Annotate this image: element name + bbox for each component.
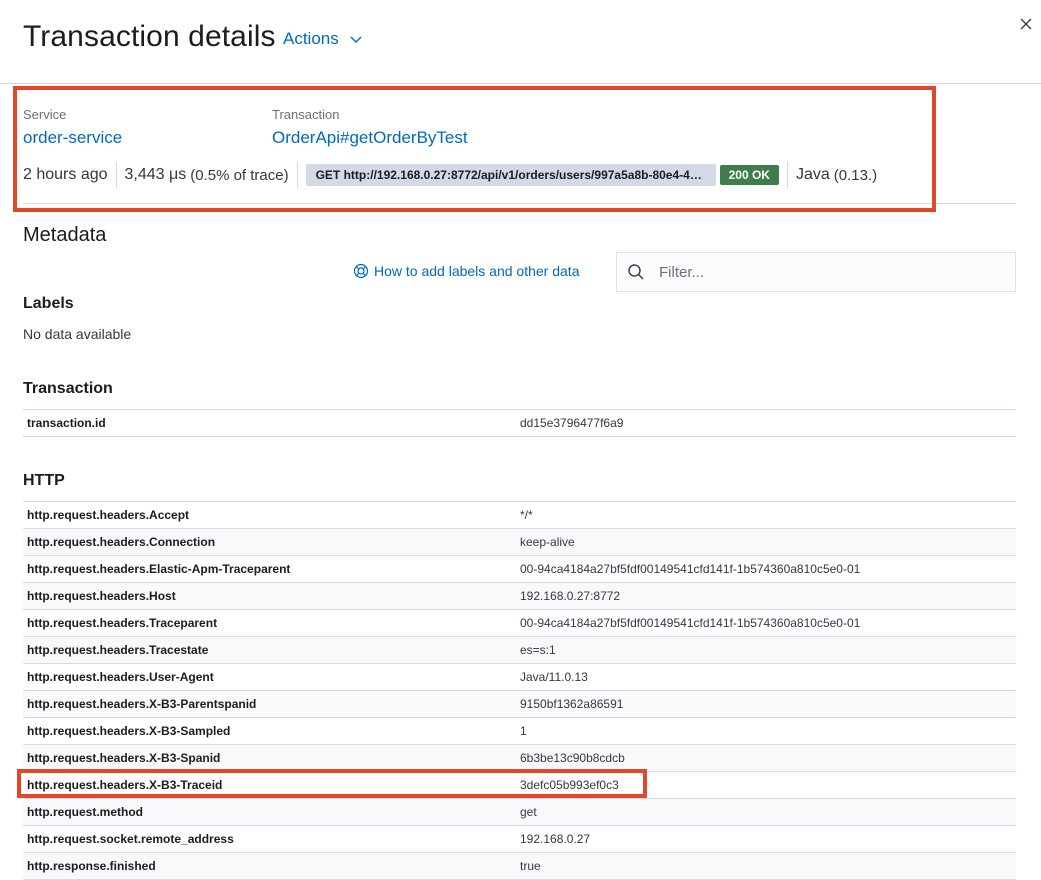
row-value: 1 <box>520 724 527 738</box>
metadata-heading: Metadata <box>23 224 107 246</box>
summary-highlight-box <box>13 86 936 212</box>
table-row: http.request.headers.Accept */* <box>23 502 1016 529</box>
row-value: 192.168.0.27 <box>520 832 591 846</box>
row-key: http.request.headers.Tracestate <box>27 643 209 657</box>
row-key: http.request.headers.Connection <box>27 535 216 549</box>
row-key: http.request.headers.X-B3-Sampled <box>27 724 231 738</box>
row-value: */* <box>520 508 533 522</box>
close-button[interactable] <box>1018 16 1034 32</box>
actions-menu-button[interactable]: Actions <box>283 29 363 49</box>
close-icon <box>1020 18 1032 30</box>
labels-empty-text: No data available <box>23 326 132 342</box>
search-icon <box>628 264 644 280</box>
help-link-label: How to add labels and other data <box>374 263 580 279</box>
row-value: es=s:1 <box>520 643 556 657</box>
table-row: http.request.headers.X-B3-Sampled 1 <box>23 718 1016 745</box>
labels-help-link[interactable]: How to add labels and other data <box>353 263 579 279</box>
labels-heading: Labels <box>23 295 74 312</box>
row-key: transaction.id <box>27 416 106 430</box>
row-key: http.request.headers.Elastic-Apm-Tracepa… <box>27 562 291 576</box>
header-divider <box>0 83 1041 84</box>
row-value: keep-alive <box>520 535 575 549</box>
table-row: http.request.headers.X-B3-Spanid 6b3be13c… <box>23 745 1016 772</box>
table-row: http.request.socket.remote_address 192.16… <box>23 826 1016 853</box>
table-row: http.request.headers.Connection keep-aliv… <box>23 529 1016 556</box>
row-value: true <box>520 859 541 873</box>
row-value: get <box>520 805 537 819</box>
row-value: 192.168.0.27:8772 <box>520 589 621 603</box>
chevron-down-icon <box>350 36 362 43</box>
table-row: http.request.method get <box>23 799 1016 826</box>
http-table: http.request.headers.Accept */* http.requ… <box>23 501 1016 880</box>
row-value: 00-94ca4184a27bf5fdf00149541cfd141f-1b57… <box>520 616 861 630</box>
row-key: http.request.headers.X-B3-Spanid <box>27 751 221 765</box>
row-key: http.response.finished <box>27 859 156 873</box>
table-row: http.request.headers.User-Agent Java/11.0… <box>23 664 1016 691</box>
actions-label: Actions <box>283 29 339 48</box>
row-key: http.request.headers.Traceparent <box>27 616 218 630</box>
table-row: http.response.finished true <box>23 853 1016 880</box>
row-key: http.request.headers.Host <box>27 589 176 603</box>
table-row: http.request.headers.Traceparent 00-94ca4… <box>23 610 1016 637</box>
table-row: http.request.headers.Elastic-Apm-Tracepa… <box>23 556 1016 583</box>
table-row: transaction.id dd15e3796477f6a9 <box>23 410 1016 437</box>
transaction-heading: Transaction <box>23 380 113 397</box>
row-value: 9150bf1362a86591 <box>520 697 624 711</box>
row-key: http.request.headers.Accept <box>27 508 190 522</box>
filter-input[interactable] <box>657 262 981 282</box>
flyout-title: Transaction details <box>23 20 276 53</box>
row-value: 00-94ca4184a27bf5fdf00149541cfd141f-1b57… <box>520 562 861 576</box>
table-row: http.request.headers.X-B3-Parentspanid 91… <box>23 691 1016 718</box>
row-value: 6b3be13c90b8cdcb <box>520 751 625 765</box>
table-row: http.request.headers.Tracestate es=s:1 <box>23 637 1016 664</box>
table-row: http.request.headers.Host 192.168.0.27:87… <box>23 583 1016 610</box>
row-key: http.request.method <box>27 805 143 819</box>
row-key: http.request.socket.remote_address <box>27 832 234 846</box>
http-heading: HTTP <box>23 472 65 489</box>
help-lifebuoy-icon <box>353 263 369 279</box>
row-value: dd15e3796477f6a9 <box>520 416 624 430</box>
row-key: http.request.headers.User-Agent <box>27 670 214 684</box>
filter-field[interactable] <box>616 252 1016 292</box>
traceid-highlight-box <box>17 769 647 798</box>
row-key: http.request.headers.X-B3-Parentspanid <box>27 697 257 711</box>
transaction-details-flyout: Transaction details Actions Service orde… <box>0 0 1041 880</box>
row-value: Java/11.0.13 <box>520 670 588 684</box>
transaction-table: transaction.id dd15e3796477f6a9 <box>23 409 1016 437</box>
